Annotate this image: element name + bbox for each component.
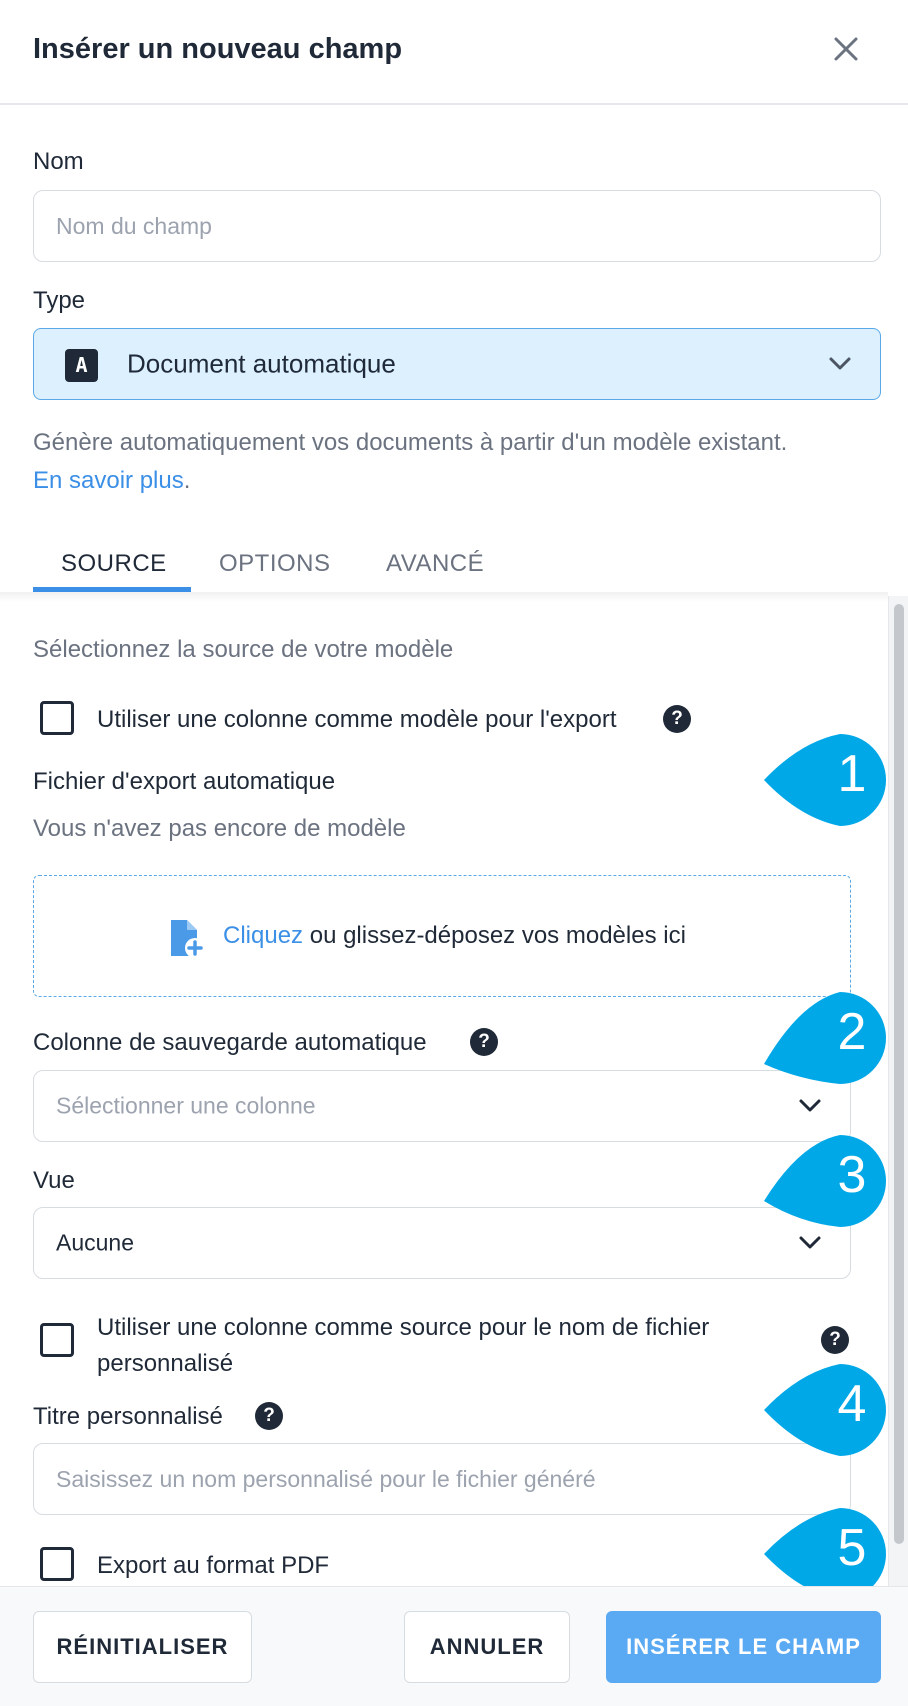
help-icon[interactable]: ? [255, 1402, 283, 1430]
name-input[interactable] [33, 190, 881, 262]
export-pdf-checkbox[interactable] [40, 1547, 74, 1581]
use-column-template-checkbox[interactable] [40, 701, 74, 735]
chevron-down-icon [799, 1099, 821, 1112]
help-icon[interactable]: ? [470, 1028, 498, 1056]
view-label: Vue [33, 1167, 75, 1194]
chevron-down-icon [799, 1236, 821, 1249]
tab-advanced[interactable]: AVANCÉ [386, 550, 484, 578]
dialog-footer: RÉINITIALISER ANNULER INSÉRER LE CHAMP [0, 1586, 908, 1706]
callout-badge-1: 1 [760, 730, 890, 830]
type-description-text: Génère automatiquement vos documents à p… [33, 429, 788, 456]
callout-number: 3 [837, 1146, 867, 1204]
custom-title-label: Titre personnalisé [33, 1403, 223, 1430]
view-select[interactable]: Aucune [33, 1207, 851, 1279]
name-label: Nom [33, 148, 84, 175]
source-intro: Sélectionnez la source de votre modèle [33, 636, 454, 663]
callout-number: 1 [837, 745, 867, 803]
template-dropzone[interactable]: Cliquez ou glissez-déposez vos modèles i… [33, 875, 851, 997]
export-file-empty-text: Vous n'avez pas encore de modèle [33, 815, 406, 842]
use-column-filename-checkbox[interactable] [40, 1323, 74, 1357]
insert-field-button[interactable]: INSÉRER LE CHAMP [606, 1611, 881, 1683]
dropzone-click-link[interactable]: Cliquez [223, 922, 303, 949]
help-icon[interactable]: ? [663, 705, 691, 733]
dropzone-text: Cliquez ou glissez-déposez vos modèles i… [223, 922, 686, 950]
callout-badge-3: 3 [760, 1131, 890, 1231]
learn-more-link[interactable]: En savoir plus [33, 467, 184, 494]
use-column-filename-line1: Utiliser une colonne comme source pour l… [97, 1314, 710, 1341]
view-select-value: Aucune [56, 1229, 135, 1256]
scrollbar[interactable] [888, 596, 908, 1586]
file-add-icon [171, 920, 205, 958]
type-label: Type [33, 287, 86, 314]
save-column-placeholder: Sélectionner une colonne [56, 1092, 316, 1119]
use-column-filename-label: Utiliser une colonne comme source pour l… [97, 1310, 709, 1382]
type-select-value: Document automatique [127, 348, 396, 379]
auto-document-icon: A [65, 349, 98, 382]
use-column-template-label: Utiliser une colonne comme modèle pour l… [97, 706, 617, 733]
callout-badge-2: 2 [760, 988, 890, 1088]
chevron-down-icon [829, 357, 851, 370]
learn-more-suffix: . [183, 467, 191, 494]
type-select[interactable]: A Document automatique [33, 328, 881, 400]
help-icon[interactable]: ? [821, 1326, 849, 1354]
callout-number: 5 [837, 1519, 867, 1577]
dialog-title: Insérer un nouveau champ [33, 33, 403, 65]
scrollbar-thumb[interactable] [894, 604, 904, 1544]
tab-options[interactable]: OPTIONS [219, 550, 331, 578]
save-column-select[interactable]: Sélectionner une colonne [33, 1070, 851, 1142]
tab-source[interactable]: SOURCE [61, 550, 167, 578]
save-column-label: Colonne de sauvegarde automatique [33, 1029, 427, 1056]
export-file-label: Fichier d'export automatique [33, 768, 336, 795]
custom-title-input[interactable] [33, 1443, 851, 1515]
cancel-button[interactable]: ANNULER [404, 1611, 570, 1683]
export-pdf-label: Export au format PDF [97, 1552, 330, 1579]
callout-number: 4 [837, 1375, 867, 1433]
reset-button[interactable]: RÉINITIALISER [33, 1611, 252, 1683]
tabs-divider [0, 592, 888, 602]
type-description: Génère automatiquement vos documents à p… [33, 424, 883, 500]
callout-number: 2 [837, 1003, 867, 1061]
dropzone-instructions: ou glissez-déposez vos modèles ici [303, 922, 686, 949]
callout-badge-4: 4 [760, 1360, 890, 1460]
close-icon[interactable] [826, 29, 866, 69]
use-column-filename-line2: personnalisé [97, 1350, 234, 1377]
dialog-header: Insérer un nouveau champ [0, 0, 908, 105]
